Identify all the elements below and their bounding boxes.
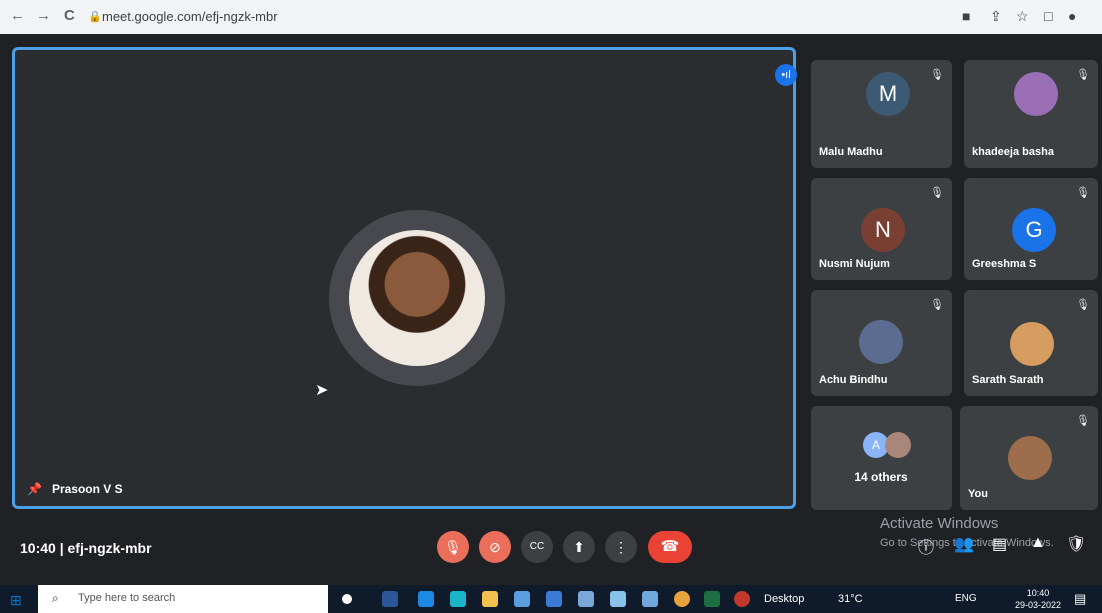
app-icon[interactable] — [546, 591, 562, 607]
participant-name: khadeeja basha — [972, 146, 1054, 158]
self-tile[interactable]: 🎙 You — [960, 406, 1098, 510]
end-call-button[interactable]: ☎ — [648, 531, 692, 563]
avatar: G — [1012, 208, 1056, 252]
mic-off-icon: 🎙 — [1076, 187, 1090, 199]
app-icon[interactable] — [418, 591, 434, 607]
windows-start-icon[interactable]: ⊞ — [10, 592, 22, 609]
mic-off-icon: 🎙 — [1076, 299, 1090, 311]
participant-name: Malu Madhu — [819, 146, 883, 158]
mic-off-icon: 🎙 — [930, 187, 944, 199]
participant-tile[interactable]: 🎙 N Nusmi Nujum — [811, 178, 952, 280]
search-placeholder: Type here to search — [78, 592, 176, 604]
activate-windows-title: Activate Windows — [880, 515, 999, 532]
main-speaker-tile[interactable]: •ıl ➤ 📌 Prasoon V S — [12, 47, 797, 509]
app-icon[interactable] — [578, 591, 594, 607]
others-tile[interactable]: A 14 others — [811, 406, 952, 510]
participant-name: Greeshma S — [972, 258, 1037, 270]
participant-tile[interactable]: 🎙 Sarath Sarath — [964, 290, 1098, 396]
info-icon[interactable]: ⓘ — [918, 534, 934, 558]
speaker-name: 📌 Prasoon V S — [27, 482, 123, 496]
mic-off-icon: 🎙 — [930, 69, 944, 81]
browser-toolbar: ← → C 🔒 meet.google.com/efj-ngzk-mbr ■ ⇪… — [0, 0, 1102, 34]
captions-button[interactable]: CC — [521, 531, 553, 563]
app-icon[interactable] — [610, 591, 626, 607]
others-count: 14 others — [854, 470, 908, 484]
mouse-cursor-icon: ➤ — [315, 382, 329, 399]
people-icon[interactable]: 👥 — [954, 534, 974, 554]
mic-off-button[interactable]: 🎙 — [437, 531, 469, 563]
chat-icon[interactable]: ▤ — [992, 534, 1007, 554]
meeting-time-code: 10:40 | efj-ngzk-mbr — [20, 540, 152, 556]
notification-icon[interactable]: ▤ — [1074, 591, 1086, 607]
participant-tile[interactable]: 🎙 khadeeja basha — [964, 60, 1098, 168]
participant-tile[interactable]: 🎙 M Malu Madhu — [811, 60, 952, 168]
file-explorer-icon[interactable] — [482, 591, 498, 607]
avatar — [1010, 322, 1054, 366]
app-icon[interactable] — [642, 591, 658, 607]
desktop-toolbar[interactable]: Desktop — [764, 593, 804, 605]
camera-icon[interactable]: ■ — [962, 8, 970, 24]
meet-area: •ıl ➤ 📌 Prasoon V S 🎙 M Malu Madhu 🎙 khad… — [0, 34, 1102, 585]
forward-icon[interactable]: → — [36, 7, 51, 24]
weather-widget[interactable]: 31°C — [838, 593, 863, 605]
speaking-indicator-icon: •ıl — [775, 64, 797, 86]
mic-off-icon: 🎙 — [1076, 415, 1090, 427]
participant-name: Nusmi Nujum — [819, 258, 890, 270]
chrome-icon[interactable] — [674, 591, 690, 607]
taskbar-search[interactable]: ⌕ Type here to search — [38, 585, 328, 613]
reload-icon[interactable]: C — [64, 7, 75, 24]
avatar: M — [866, 72, 910, 116]
participant-name: Sarath Sarath — [972, 374, 1044, 386]
avatar: N — [861, 208, 905, 252]
taskbar-clock[interactable]: 10:40 29-03-2022 — [1012, 587, 1064, 611]
present-button[interactable]: ⬆ — [563, 531, 595, 563]
bookmark-icon[interactable]: ☆ — [1016, 8, 1029, 25]
avatar — [885, 432, 911, 458]
back-icon[interactable]: ← — [10, 7, 25, 24]
search-icon: ⌕ — [52, 591, 59, 605]
meeting-controls-bar: 10:40 | efj-ngzk-mbr 🎙 ⊘ CC ⬆ ⋮ ☎ Activa… — [0, 515, 1102, 585]
participant-name: You — [968, 488, 988, 500]
share-icon[interactable]: ⇪ — [990, 8, 1002, 25]
excel-icon[interactable] — [704, 591, 720, 607]
participant-tile[interactable]: 🎙 G Greeshma S — [964, 178, 1098, 280]
mic-off-icon: 🎙 — [1076, 69, 1090, 81]
avatar — [859, 320, 903, 364]
windows-taskbar: ⊞ ⌕ Type here to search Desktop 31°C ENG… — [0, 585, 1102, 613]
speaker-avatar — [349, 230, 485, 366]
mic-off-icon: 🎙 — [930, 299, 944, 311]
address-bar[interactable]: meet.google.com/efj-ngzk-mbr — [102, 9, 278, 24]
profile-icon[interactable]: ● — [1068, 8, 1076, 24]
camera-off-button[interactable]: ⊘ — [479, 531, 511, 563]
participant-name: Achu Bindhu — [819, 374, 888, 386]
avatar — [1014, 72, 1058, 116]
task-view-icon[interactable] — [382, 591, 398, 607]
activities-icon[interactable]: ▲ — [1030, 534, 1046, 552]
participant-tile[interactable]: 🎙 Achu Bindhu — [811, 290, 952, 396]
window-icon[interactable]: □ — [1044, 8, 1052, 24]
edge-icon[interactable] — [450, 591, 466, 607]
pin-icon[interactable]: 📌 — [27, 482, 42, 496]
lock-icon[interactable]: 🔒 — [88, 10, 102, 23]
app-icon[interactable] — [734, 591, 750, 607]
language-indicator[interactable]: ENG — [955, 593, 977, 604]
avatar — [1008, 436, 1052, 480]
store-icon[interactable] — [514, 591, 530, 607]
more-options-button[interactable]: ⋮ — [605, 531, 637, 563]
cortana-icon[interactable] — [342, 594, 352, 604]
host-controls-icon[interactable]: 🛡 — [1066, 534, 1086, 554]
